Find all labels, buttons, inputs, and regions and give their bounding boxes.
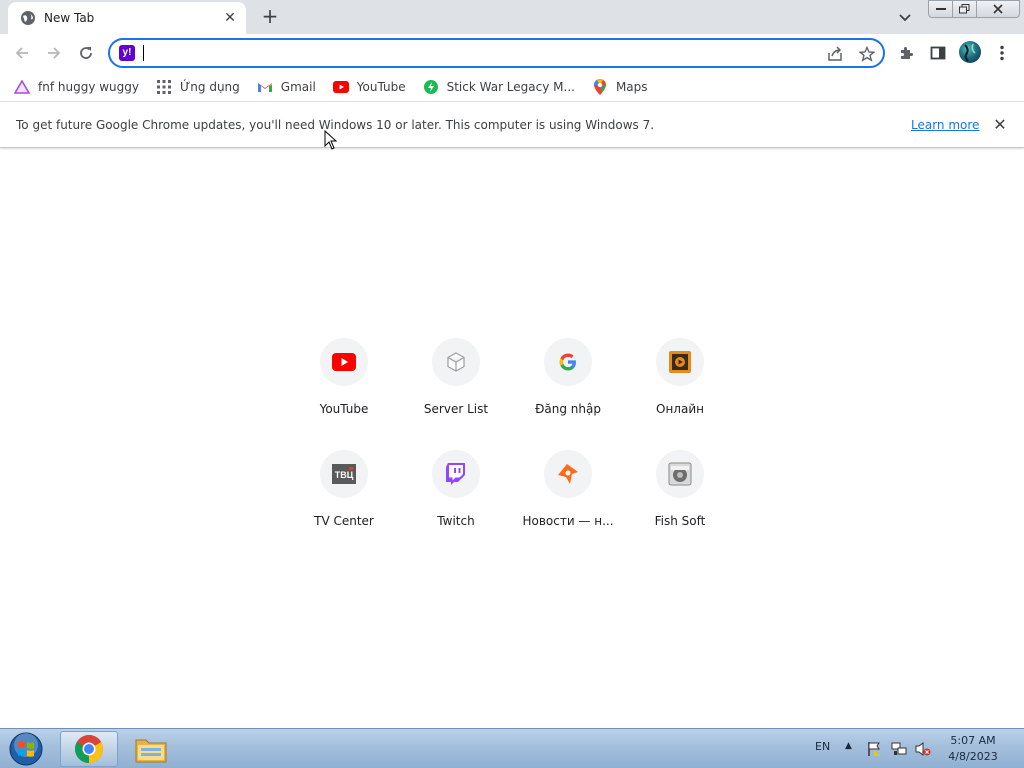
clock-time: 5:07 AM (950, 734, 996, 747)
twitch-icon (432, 450, 480, 498)
network-icon[interactable] (891, 741, 907, 757)
taskbar-explorer-button[interactable] (122, 731, 180, 767)
green-site-icon (423, 79, 439, 95)
maps-icon (592, 78, 608, 95)
shortcut-label: Server List (423, 402, 489, 416)
windows-start-button[interactable] (6, 731, 46, 767)
language-indicator[interactable]: EN (815, 740, 830, 753)
shortcut-label: YouTube (319, 402, 369, 416)
bookmark-label: Maps (615, 79, 648, 94)
yahoo-search-icon: y! (119, 45, 135, 61)
svg-text:TBЦ: TBЦ (335, 470, 354, 480)
shortcut-label: Новости — н... (522, 514, 614, 528)
apps-grid-icon (156, 79, 172, 95)
shortcut-fish-soft[interactable]: Fish Soft (624, 448, 736, 560)
learn-more-link[interactable]: Learn more (911, 118, 979, 132)
bookmark-apps[interactable]: Ứng dụng (156, 79, 240, 95)
show-hidden-icons-icon[interactable]: ▲ (845, 741, 852, 751)
bookmark-stick-war[interactable]: Stick War Legacy M... (423, 79, 575, 95)
tab-search-chevron-down-icon[interactable] (893, 6, 917, 30)
extensions-puzzle-icon[interactable] (895, 42, 917, 64)
bookmark-label: Stick War Legacy M... (446, 79, 575, 94)
infobar-close-icon[interactable]: ✕ (991, 116, 1009, 134)
shortcut-server-list[interactable]: Server List (400, 336, 512, 448)
shortcut-youtube[interactable]: YouTube (288, 336, 400, 448)
most-visited-shortcuts: YouTube Server List Đăng nhập Онлайн TBЦ… (288, 336, 736, 560)
tab-strip: New Tab ✕ + (0, 0, 1024, 34)
gmail-icon (257, 79, 273, 95)
reload-icon[interactable] (74, 41, 98, 65)
bookmark-fnf-huggy-wuggy[interactable]: fnf huggy wuggy (14, 79, 139, 95)
film-icon (656, 338, 704, 386)
profile-avatar[interactable] (959, 41, 981, 63)
shortcut-news[interactable]: Новости — н... (512, 448, 624, 560)
shortcut-label: TV Center (314, 514, 374, 528)
mouse-cursor-icon (324, 130, 338, 150)
share-icon[interactable] (826, 45, 844, 63)
tvc-icon: TBЦ (320, 450, 368, 498)
bookmark-youtube[interactable]: YouTube (332, 79, 406, 95)
shortcut-online[interactable]: Онлайн (624, 336, 736, 448)
globe-icon (20, 10, 36, 26)
tab-title: New Tab (44, 11, 95, 25)
bookmark-label: YouTube (356, 79, 406, 94)
youtube-icon (332, 79, 349, 95)
forward-arrow-icon[interactable] (42, 41, 66, 65)
window-minimize-button[interactable] (928, 0, 953, 18)
system-clock[interactable]: 5:07 AM 4/8/2023 (940, 733, 1006, 765)
chrome-icon (75, 735, 103, 763)
google-icon (544, 338, 592, 386)
clock-date: 4/8/2023 (948, 750, 998, 763)
bookmarks-bar: fnf huggy wuggy Ứng dụng Gmail YouTube S… (0, 72, 1024, 102)
address-bar[interactable]: y! (108, 38, 885, 68)
side-panel-icon[interactable] (927, 42, 949, 64)
tab-close-icon[interactable]: ✕ (222, 10, 238, 26)
youtube-icon (320, 338, 368, 386)
volume-muted-icon[interactable] (915, 741, 931, 757)
new-tab-button[interactable]: + (258, 5, 282, 29)
triangle-bookmark-icon (14, 79, 30, 95)
bookmark-maps[interactable]: Maps (592, 78, 648, 95)
bookmark-label: Gmail (280, 79, 316, 94)
shortcut-tv-center[interactable]: TBЦ TV Center (288, 448, 400, 560)
window-restore-button[interactable] (952, 0, 977, 18)
shortcut-label: Đăng nhập (535, 402, 601, 416)
window-close-button[interactable] (976, 0, 1020, 18)
tab-new-tab[interactable]: New Tab ✕ (8, 2, 246, 34)
chrome-menu-icon[interactable] (991, 42, 1013, 64)
taskbar-chrome-button[interactable] (60, 731, 118, 767)
text-caret (143, 45, 144, 61)
omnibox-input[interactable] (142, 43, 802, 63)
shortcut-label: Онлайн (656, 402, 704, 416)
folder-icon (135, 739, 167, 763)
update-infobar: To get future Google Chrome updates, you… (0, 103, 1024, 148)
toolbar: y! (0, 34, 1024, 72)
bookmark-label: fnf huggy wuggy (38, 79, 139, 94)
news-pin-icon (544, 450, 592, 498)
windows-taskbar: EN ▲ 5:07 AM 4/8/2023 (0, 728, 1024, 768)
bookmark-label: Ứng dụng (180, 79, 240, 94)
shortcut-label: Fish Soft (654, 514, 706, 528)
shortcut-twitch[interactable]: Twitch (400, 448, 512, 560)
shortcut-label: Twitch (437, 514, 475, 528)
shortcut-dang-nhap[interactable]: Đăng nhập (512, 336, 624, 448)
bookmark-star-icon[interactable] (858, 45, 876, 63)
action-center-flag-icon[interactable] (866, 741, 882, 757)
back-arrow-icon[interactable] (10, 41, 34, 65)
cube-icon (432, 338, 480, 386)
bookmark-gmail[interactable]: Gmail (257, 79, 316, 95)
fish-soft-icon (656, 450, 704, 498)
